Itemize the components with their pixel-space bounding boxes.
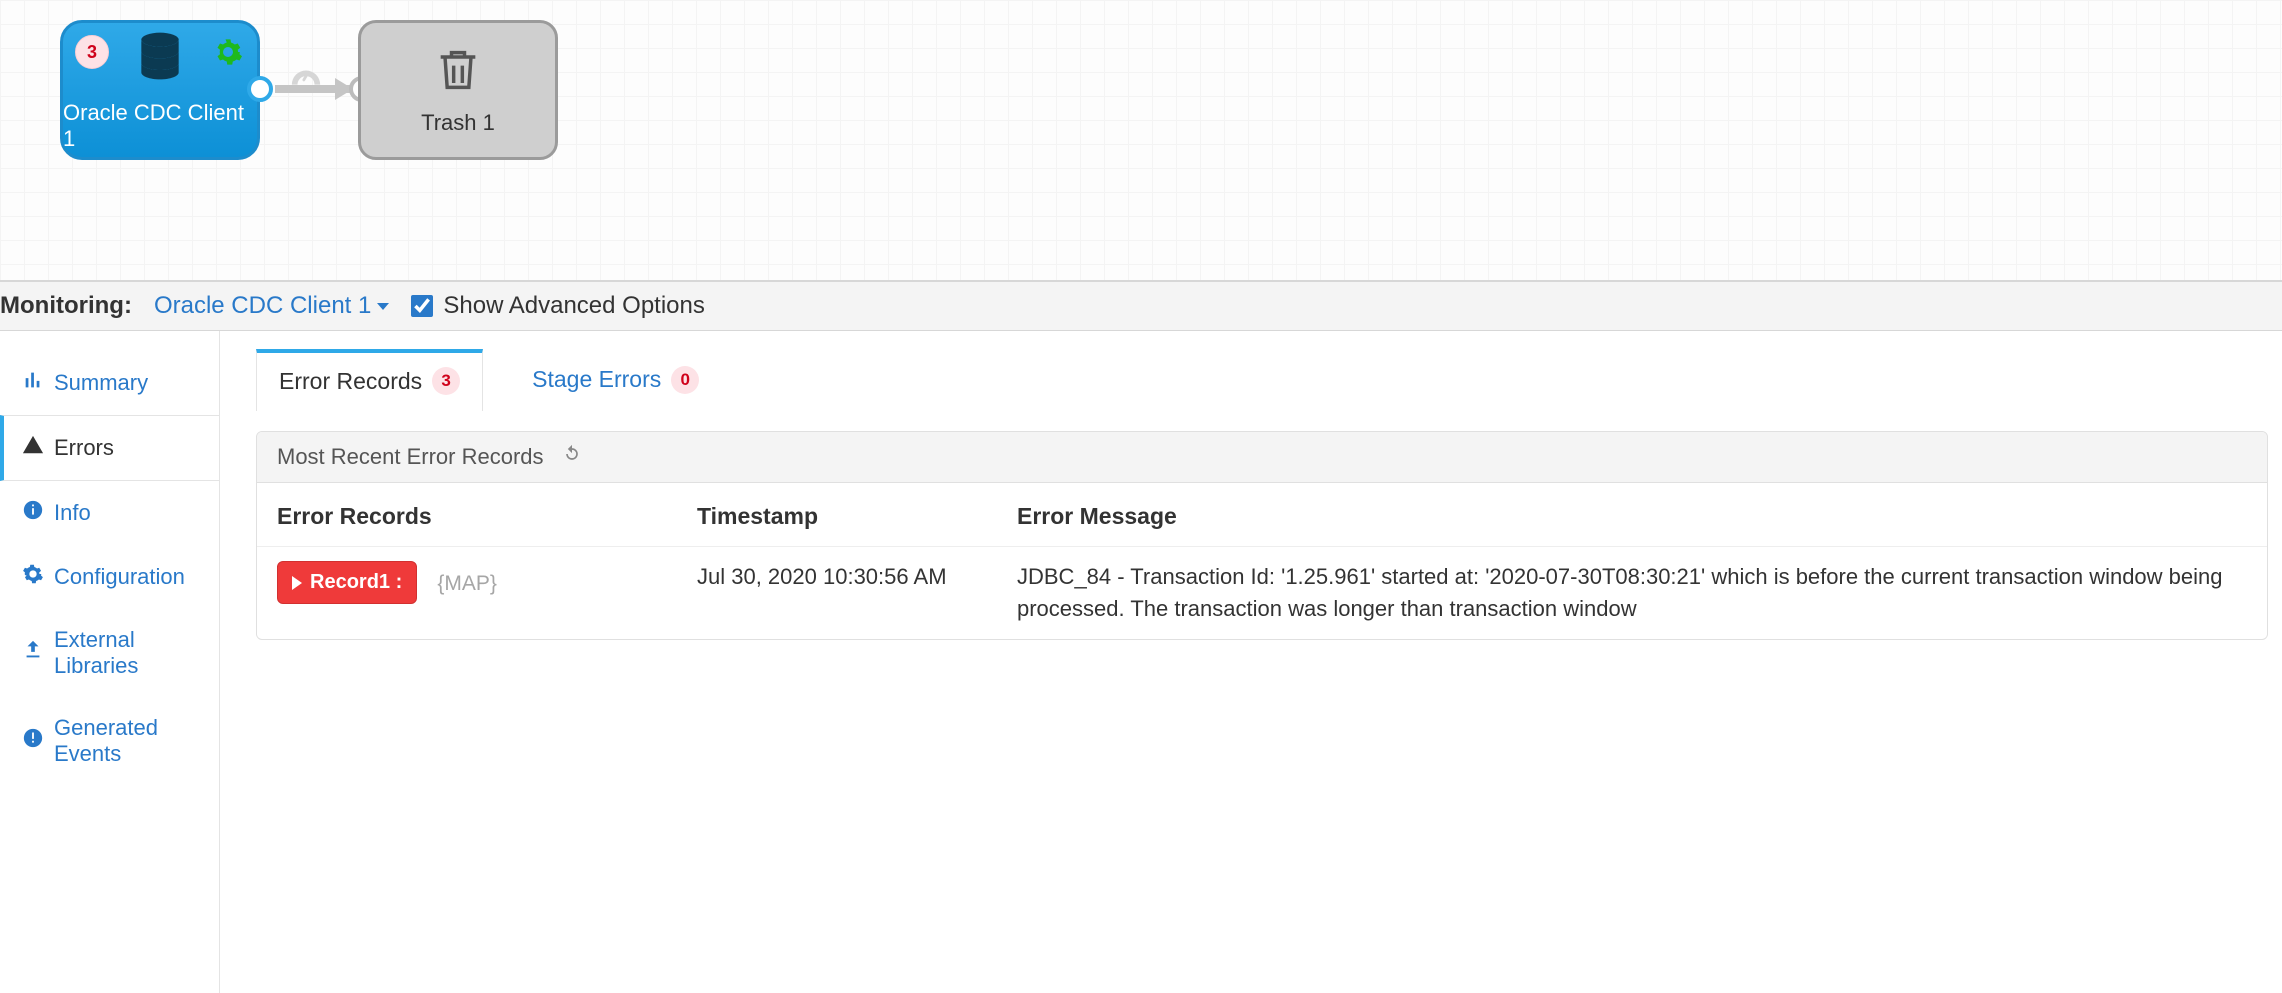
table-row: Record1 : {MAP} Jul 30, 2020 10:30:56 AM… [257, 547, 2267, 639]
sidebar-item-external-libraries[interactable]: External Libraries [0, 609, 219, 697]
sidebar-item-summary[interactable]: Summary [0, 351, 219, 415]
tab-error-records[interactable]: Error Records 3 [256, 349, 483, 411]
content-area: Error Records 3 Stage Errors 0 Most Rece… [220, 331, 2282, 993]
show-advanced-options-checkbox[interactable] [411, 295, 433, 317]
upload-icon [22, 639, 44, 667]
tab-count-badge: 0 [671, 366, 699, 394]
play-icon [292, 576, 302, 590]
monitoring-label: Monitoring: [0, 292, 132, 320]
gauge-icon [289, 62, 323, 84]
tab-label: Error Records [279, 368, 422, 395]
monitoring-bar: Monitoring: Oracle CDC Client 1 Show Adv… [0, 280, 2282, 331]
col-header-message: Error Message [997, 483, 2267, 547]
record-label: Record1 : [310, 568, 402, 597]
output-port[interactable] [247, 76, 273, 102]
record-timestamp: Jul 30, 2020 10:30:56 AM [677, 547, 997, 639]
tab-label: Stage Errors [532, 366, 661, 393]
bar-chart-icon [22, 369, 44, 397]
tab-count-badge: 3 [432, 367, 460, 395]
col-header-records: Error Records [257, 483, 677, 547]
sidebar-item-errors[interactable]: Errors [0, 415, 219, 481]
sidebar-item-label: Summary [54, 370, 148, 396]
stage-oracle-cdc-client[interactable]: 3 Oracle CDC Client 1 [60, 20, 260, 160]
gear-icon [213, 37, 243, 67]
lower-panel: Summary Errors Info Configuration Extern… [0, 331, 2282, 993]
stage-trash[interactable]: Trash 1 [358, 20, 558, 160]
sidebar-item-label: External Libraries [54, 627, 201, 679]
sidebar-item-label: Errors [54, 435, 114, 461]
info-icon [22, 499, 44, 527]
trash-icon [432, 44, 484, 102]
sidebar-item-label: Info [54, 500, 91, 526]
refresh-icon [562, 444, 582, 464]
stage-label: Trash 1 [421, 110, 495, 136]
record-message: JDBC_84 - Transaction Id: '1.25.961' sta… [997, 547, 2267, 639]
error-tabs: Error Records 3 Stage Errors 0 [256, 349, 2268, 411]
monitoring-sidebar: Summary Errors Info Configuration Extern… [0, 331, 220, 993]
sidebar-item-info[interactable]: Info [0, 481, 219, 545]
show-advanced-options-label: Show Advanced Options [443, 292, 705, 320]
caret-down-icon [377, 303, 389, 310]
refresh-button[interactable] [562, 444, 582, 470]
sidebar-item-label: Configuration [54, 564, 185, 590]
error-records-table: Error Records Timestamp Error Message Re… [257, 483, 2267, 639]
stage-error-badge: 3 [75, 35, 109, 69]
panel-header: Most Recent Error Records [257, 432, 2267, 483]
gear-icon [22, 563, 44, 591]
col-header-timestamp: Timestamp [677, 483, 997, 547]
warning-icon [22, 434, 44, 462]
record-expand-button[interactable]: Record1 : [277, 561, 417, 604]
sidebar-item-label: Generated Events [54, 715, 201, 767]
stage-label: Oracle CDC Client 1 [63, 100, 257, 152]
sidebar-item-configuration[interactable]: Configuration [0, 545, 219, 609]
events-icon [22, 727, 44, 755]
sidebar-item-generated-events[interactable]: Generated Events [0, 697, 219, 785]
database-icon [132, 28, 188, 90]
pipeline-canvas[interactable]: 3 Oracle CDC Client 1 Trash 1 [0, 0, 2282, 280]
show-advanced-options-toggle[interactable]: Show Advanced Options [411, 292, 705, 320]
tab-stage-errors[interactable]: Stage Errors 0 [509, 349, 722, 411]
error-records-panel: Most Recent Error Records Error Records … [256, 431, 2268, 640]
monitoring-stage-name: Oracle CDC Client 1 [154, 292, 371, 320]
record-type-tag: {MAP} [437, 572, 497, 595]
monitoring-stage-dropdown[interactable]: Oracle CDC Client 1 [154, 292, 389, 320]
panel-title: Most Recent Error Records [277, 444, 544, 470]
